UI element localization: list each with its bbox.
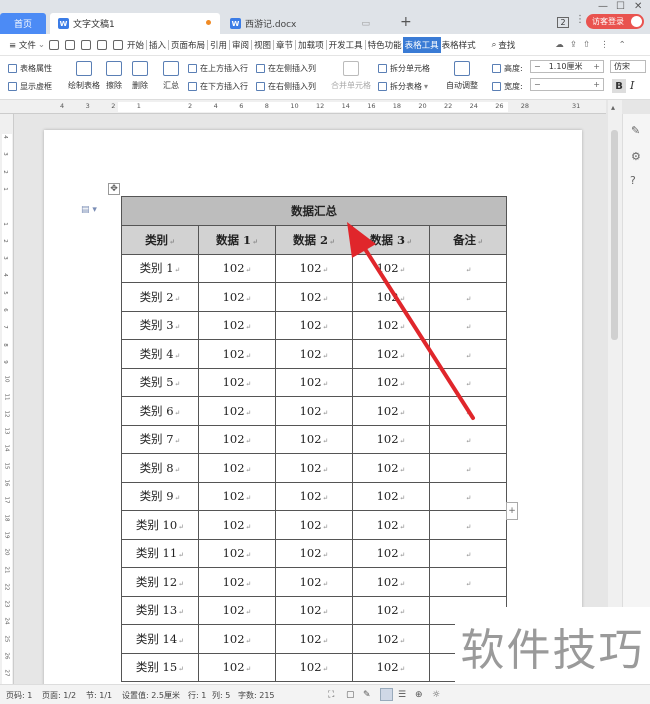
status-setting-value[interactable]: 设置值: 2.5厘米 <box>122 690 180 701</box>
arrow-head <box>347 222 376 258</box>
status-row[interactable]: 行: 1 <box>188 690 206 701</box>
eye-protect-icon[interactable]: ☼ <box>432 690 440 700</box>
status-page-number[interactable]: 页码: 1 <box>6 690 32 701</box>
web-view-icon[interactable]: ⊕ <box>415 690 423 700</box>
status-column[interactable]: 列: 5 <box>212 690 230 701</box>
watermark-text: 软件技巧 <box>455 607 650 684</box>
status-section[interactable]: 节: 1/1 <box>86 690 112 701</box>
outline-view-icon[interactable]: ☰ <box>398 690 406 700</box>
annotation-arrow <box>347 222 475 420</box>
status-bar: 页码: 1 页面: 1/2 节: 1/1 设置值: 2.5厘米 行: 1 列: … <box>0 684 650 704</box>
protect-icon[interactable]: ▢ <box>346 690 355 700</box>
status-pages[interactable]: 页面: 1/2 <box>42 690 76 701</box>
status-word-count[interactable]: 字数: 215 <box>238 690 275 701</box>
fullscreen-icon[interactable]: ⛶ <box>328 690 334 700</box>
arrow-shaft <box>356 236 475 420</box>
page-view-icon[interactable] <box>380 688 393 701</box>
pen-mode-icon[interactable]: ✎ <box>363 690 371 700</box>
